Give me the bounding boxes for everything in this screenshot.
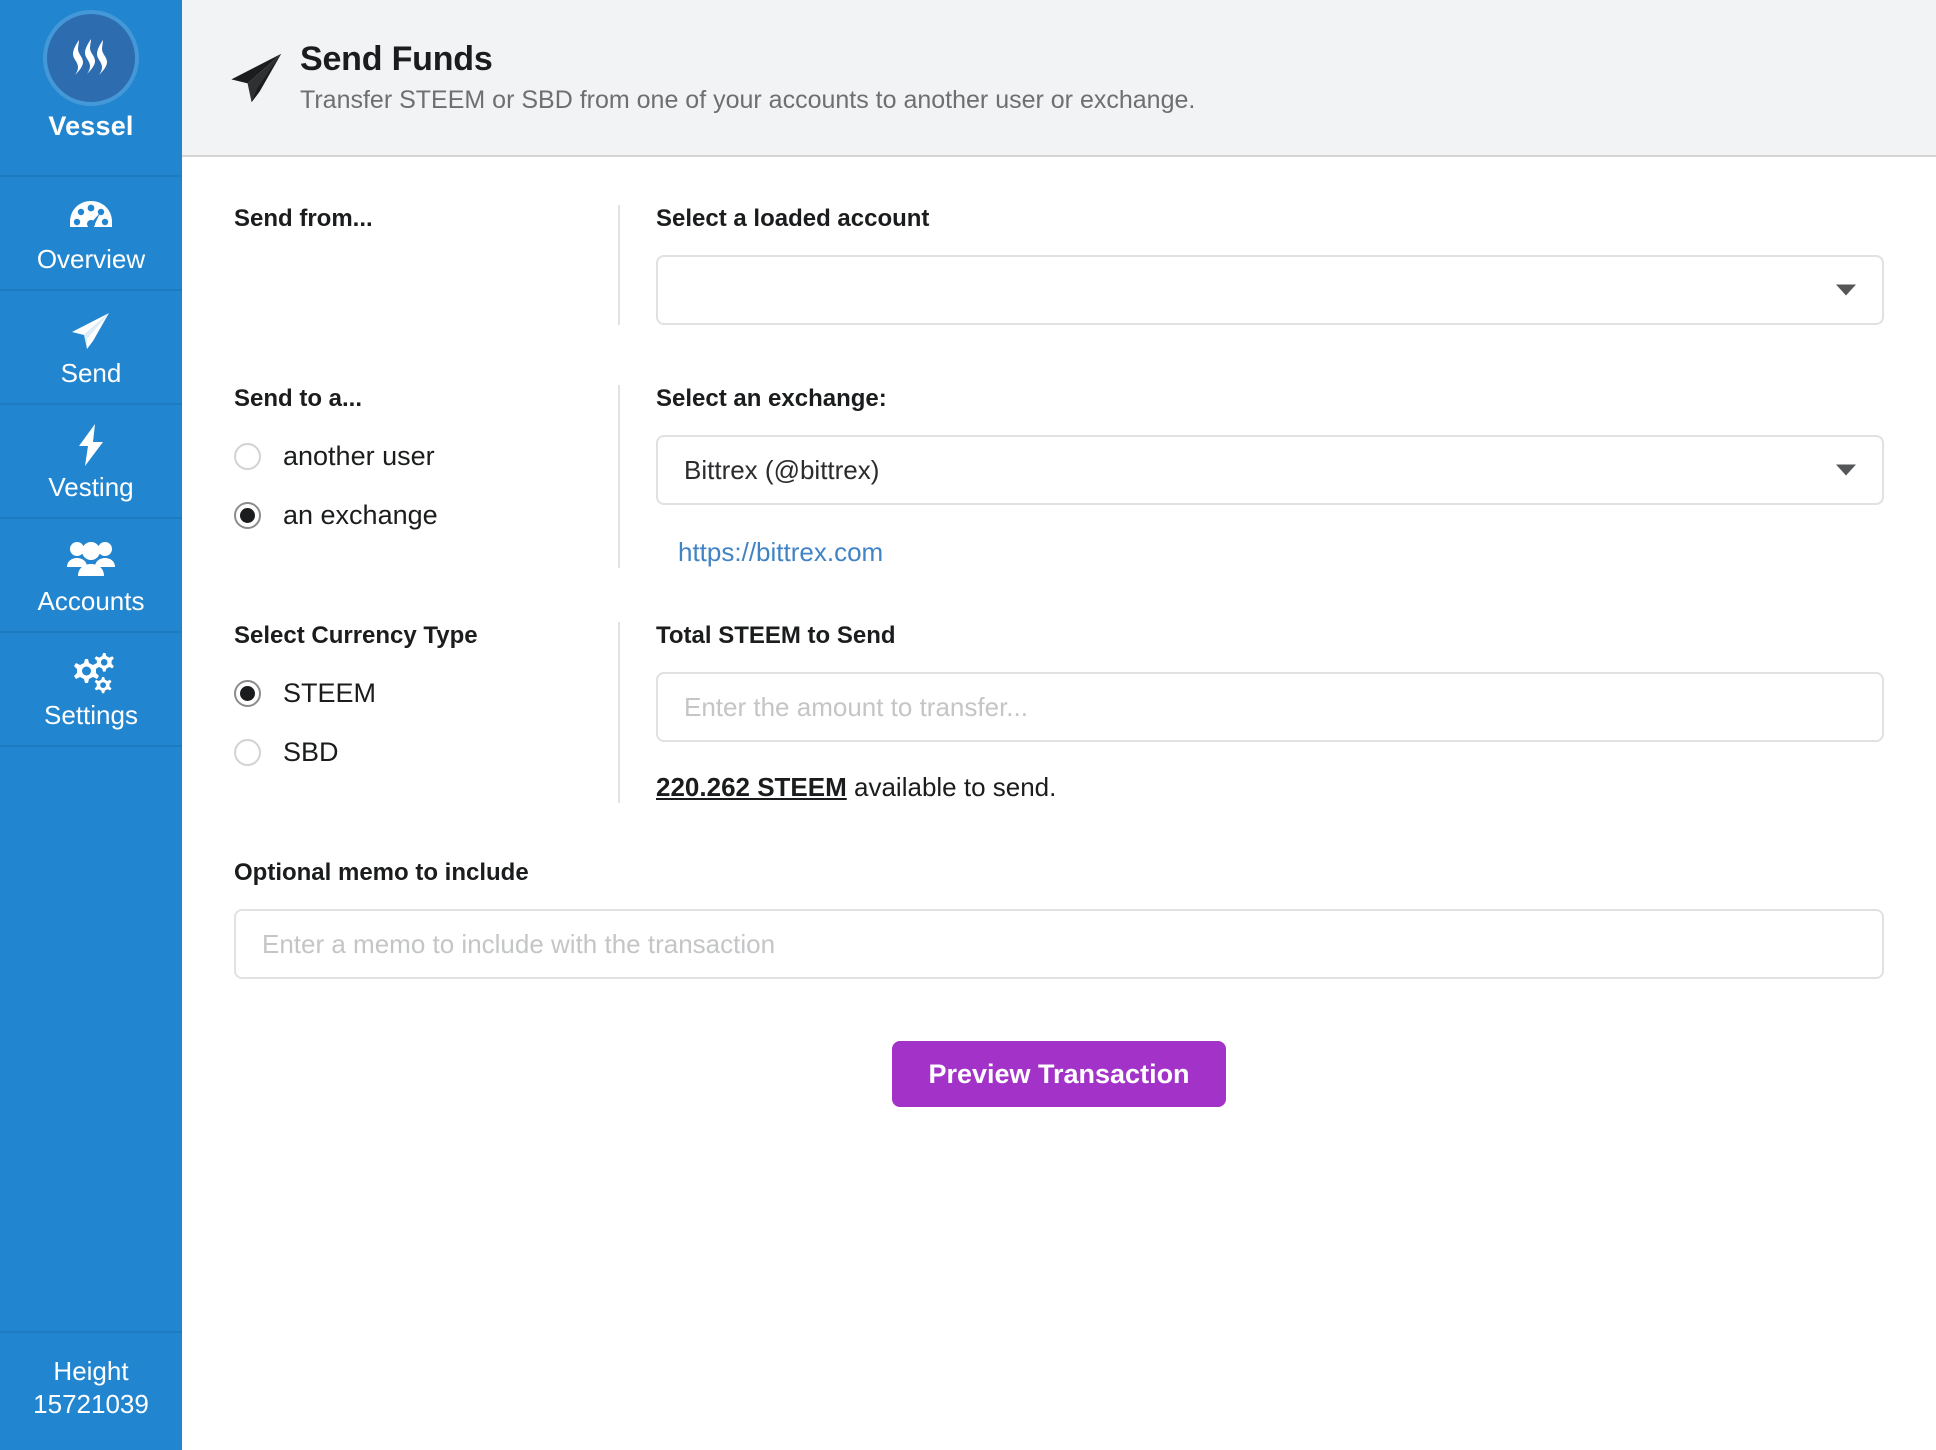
sidebar-item-send[interactable]: Send [0,291,182,405]
sidebar-item-label: Overview [36,244,146,274]
main-content: Send Funds Transfer STEEM or SBD from on… [182,0,1936,1450]
block-height-value: 15721039 [33,1388,149,1419]
memo-input-wrapper[interactable] [234,909,1884,979]
brand-block: Vessel [0,0,182,177]
steem-logo-icon [47,14,135,102]
users-group-icon [65,536,117,582]
submit-row: Preview Transaction [234,1041,1884,1107]
gears-icon [66,650,116,696]
paper-plane-icon [68,308,114,354]
currency-right: Total STEEM to Send 220.262 STEEM availa… [618,622,1884,803]
available-balance-text: 220.262 STEEM available to send. [656,772,1884,803]
exchange-url-link[interactable]: https://bittrex.com [678,537,883,567]
radio-label: SBD [283,737,339,767]
radio-indicator [234,443,261,470]
radio-indicator [234,502,261,529]
send-from-row: Send from... Select a loaded account [234,205,1884,325]
sidebar: Vessel Overview Send Vesting Accounts Se… [0,0,182,1450]
tachometer-icon [68,194,114,240]
memo-block: Optional memo to include [234,859,1884,979]
sidebar-item-label: Send [60,358,122,388]
currency-row: Select Currency Type STEEM SBD Total STE… [234,622,1884,803]
page-header: Send Funds Transfer STEEM or SBD from on… [182,0,1936,157]
send-from-right: Select a loaded account [618,205,1884,325]
send-from-section-label: Send from... [234,205,373,232]
memo-label: Optional memo to include [234,859,529,886]
amount-input-wrapper[interactable] [656,672,1884,742]
page-subtitle: Transfer STEEM or SBD from one of your a… [300,86,1196,114]
sidebar-item-accounts[interactable]: Accounts [0,519,182,633]
amount-label: Total STEEM to Send [656,622,896,649]
chevron-down-icon [1836,284,1856,296]
paper-plane-icon [226,47,300,109]
radio-label: STEEM [283,678,377,708]
send-from-left: Send from... [234,205,618,325]
radio-send-to-an-exchange[interactable]: an exchange [234,500,594,531]
radio-label: another user [283,441,435,471]
send-to-right: Select an exchange: Bittrex (@bittrex) h… [618,385,1884,568]
block-height-label: Height [53,1356,129,1386]
radio-indicator [234,739,261,766]
amount-input[interactable] [684,674,1856,740]
exchange-selected-value: Bittrex (@bittrex) [684,454,880,485]
radio-send-to-another-user[interactable]: another user [234,441,594,472]
sidebar-item-label: Accounts [37,586,145,616]
radio-currency-sbd[interactable]: SBD [234,737,594,768]
radio-label: an exchange [283,500,438,530]
sidebar-item-label: Settings [44,700,138,730]
page-title: Send Funds [300,40,493,78]
loaded-account-select[interactable] [656,255,1884,325]
sidebar-item-vesting[interactable]: Vesting [0,405,182,519]
send-to-row: Send to a... another user an exchange Se… [234,385,1884,568]
sidebar-item-settings[interactable]: Settings [0,633,182,747]
app-root: Vessel Overview Send Vesting Accounts Se… [0,0,1936,1450]
currency-left: Select Currency Type STEEM SBD [234,622,618,803]
send-funds-form: Send from... Select a loaded account Sen… [182,157,1936,1107]
brand-name: Vessel [48,111,134,141]
memo-input[interactable] [262,911,1856,977]
exchange-select[interactable]: Bittrex (@bittrex) [656,435,1884,505]
available-balance-suffix: available to send. [846,772,1057,802]
exchange-select-label: Select an exchange: [656,385,887,412]
sidebar-item-overview[interactable]: Overview [0,177,182,291]
send-to-section-label: Send to a... [234,385,363,412]
lightning-bolt-icon [75,422,107,468]
currency-section-label: Select Currency Type [234,622,478,649]
sidebar-item-label: Vesting [48,472,134,502]
chevron-down-icon [1836,464,1856,476]
preview-transaction-button[interactable]: Preview Transaction [892,1041,1226,1107]
radio-indicator [234,680,261,707]
send-to-left: Send to a... another user an exchange [234,385,618,568]
available-balance-amount: 220.262 STEEM [656,772,847,802]
radio-currency-steem[interactable]: STEEM [234,678,594,709]
block-height-status: Height 15721039 [0,1331,182,1450]
header-text-block: Send Funds Transfer STEEM or SBD from on… [300,40,1195,115]
loaded-account-label: Select a loaded account [656,205,930,232]
